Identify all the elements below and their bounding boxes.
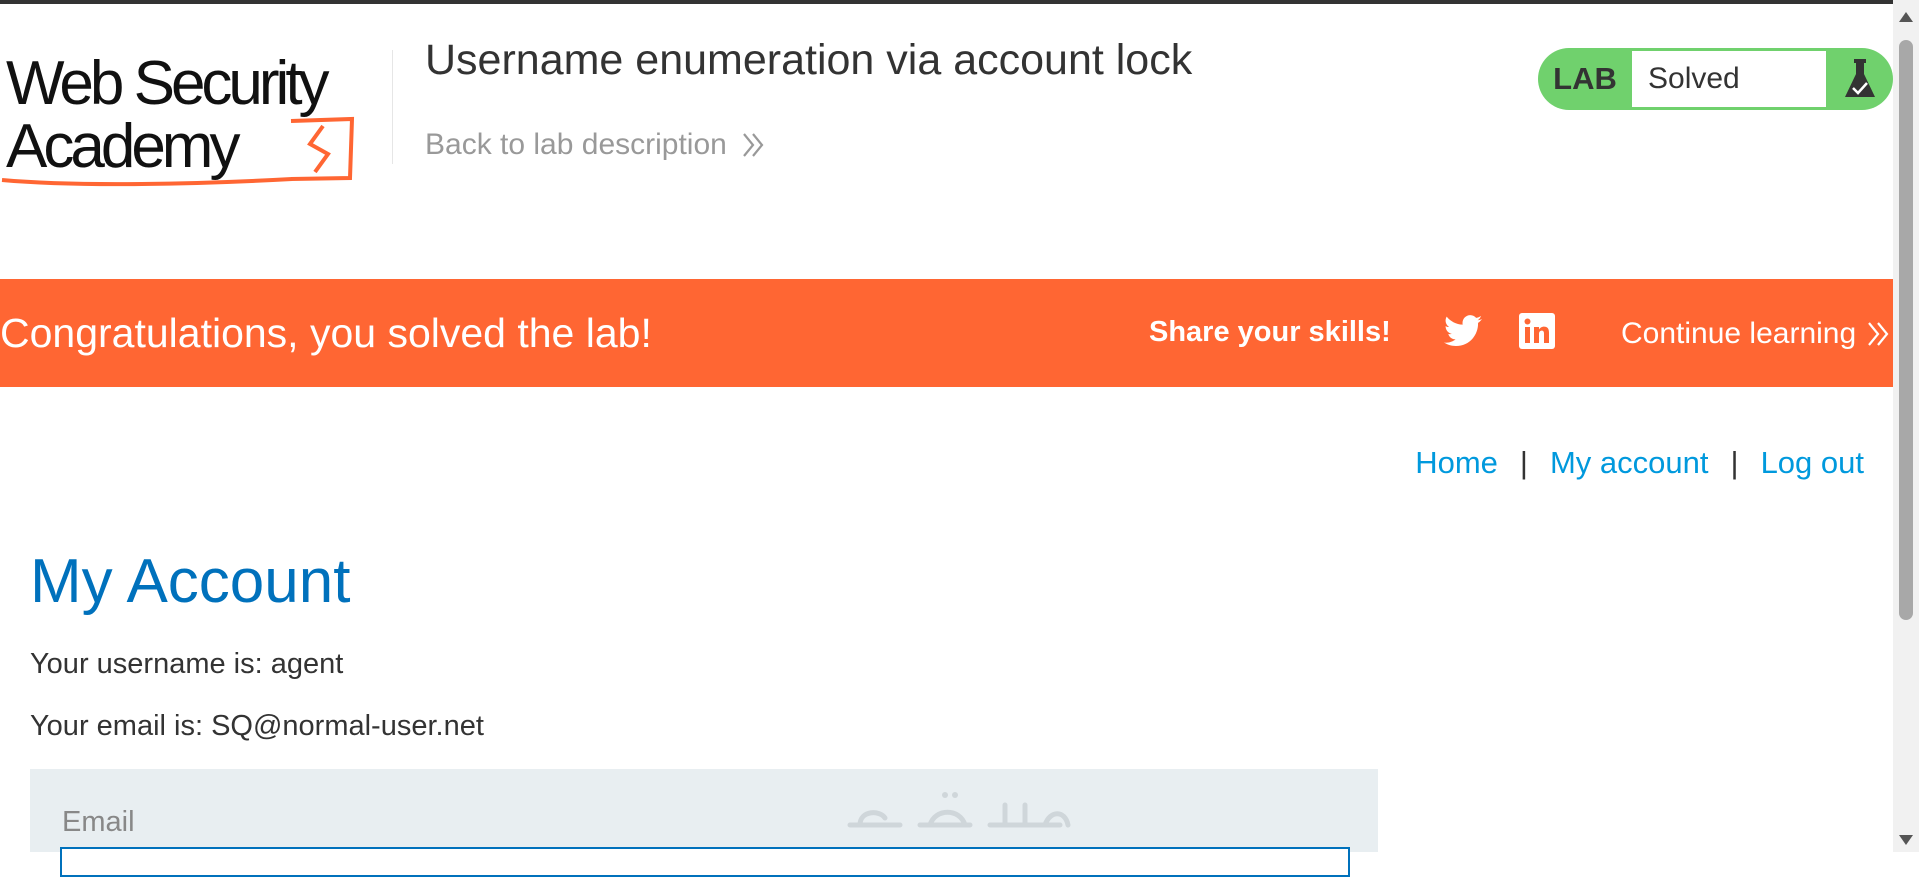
email-text: Your email is: SQ@normal-user.net	[30, 710, 484, 742]
nav-separator: |	[1519, 445, 1528, 480]
web-security-academy-logo[interactable]: Web Security Academy	[0, 40, 392, 190]
twitter-icon[interactable]	[1444, 314, 1482, 348]
share-skills-label: Share your skills!	[1149, 316, 1391, 348]
solved-banner: Congratulations, you solved the lab! Sha…	[0, 279, 1893, 387]
continue-learning-label: Continue learning	[1621, 317, 1857, 350]
back-to-lab-description-link[interactable]: Back to lab description	[425, 128, 767, 162]
page-title: My Account	[30, 547, 351, 616]
nav-separator: |	[1730, 445, 1739, 480]
lab-status-text: Solved	[1648, 62, 1740, 95]
header-divider	[392, 50, 393, 164]
lab-title: Username enumeration via account lock	[425, 36, 1193, 84]
top-navigation: Home | My account | Log out	[1415, 445, 1864, 481]
nav-home-link[interactable]: Home	[1415, 445, 1498, 481]
continue-learning-link[interactable]: Continue learning	[1621, 279, 1892, 389]
flask-check-icon	[1845, 59, 1875, 97]
browser-top-border	[0, 0, 1919, 4]
logo-line1: Web Security	[6, 49, 330, 118]
nav-log-out-link[interactable]: Log out	[1761, 445, 1864, 481]
double-chevron-right-icon	[1868, 322, 1889, 346]
lab-badge-label: LAB	[1553, 61, 1617, 96]
email-label: Email	[62, 806, 135, 838]
back-link-label: Back to lab description	[425, 128, 727, 161]
linkedin-icon[interactable]	[1519, 313, 1555, 349]
congratulations-message: Congratulations, you solved the lab!	[0, 310, 652, 356]
nav-my-account-link[interactable]: My account	[1550, 445, 1709, 481]
scroll-up-arrow-icon[interactable]	[1899, 12, 1913, 22]
vertical-scrollbar[interactable]	[1893, 0, 1919, 852]
watermark-logo	[847, 792, 1071, 828]
scroll-thumb[interactable]	[1899, 40, 1913, 620]
update-email-form: Email	[30, 769, 1378, 877]
logo-line2: Academy	[6, 112, 240, 181]
username-text: Your username is: agent	[30, 648, 344, 680]
lab-status-badge: LAB Solved	[1538, 48, 1893, 110]
double-chevron-right-icon	[742, 133, 764, 157]
scroll-down-arrow-icon[interactable]	[1899, 835, 1913, 845]
